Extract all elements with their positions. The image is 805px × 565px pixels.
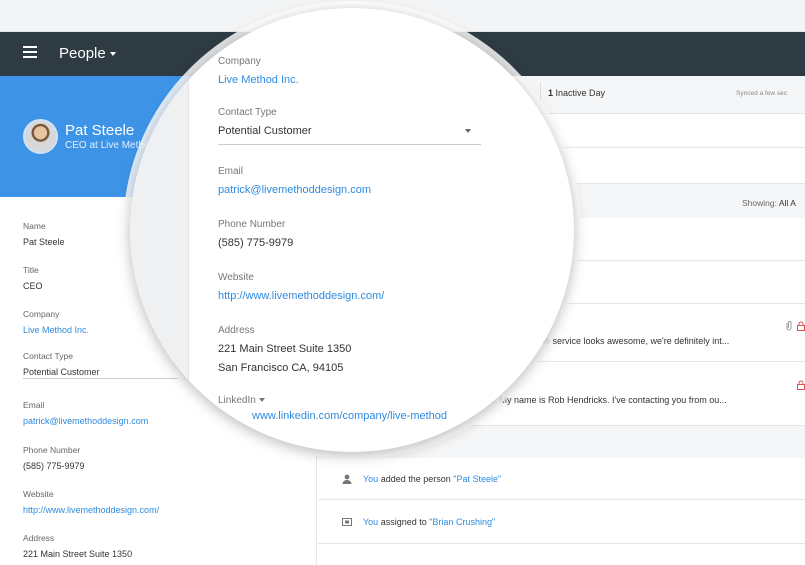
address-line-1[interactable]: 221 Main Street Suite 1350 <box>218 343 351 355</box>
field-value[interactable]: Pat Steele <box>23 237 65 247</box>
field-label: LinkedIn <box>218 395 447 406</box>
activity-target[interactable]: "Pat Steele" <box>453 474 501 484</box>
activity-actor[interactable]: You <box>363 474 378 484</box>
field-label: Company <box>23 309 60 319</box>
field-label: Phone Number <box>23 445 81 455</box>
website-link[interactable]: http://www.livemethoddesign.com/ <box>218 290 384 302</box>
magnifier-lens: Company Live Method Inc. Contact Type Po… <box>130 8 574 452</box>
website-link[interactable]: http://www.livemethoddesign.com/ <box>23 505 159 515</box>
field-name: Name Pat Steele <box>23 221 65 247</box>
person-icon <box>342 474 352 484</box>
company-link[interactable]: Live Method Inc. <box>23 325 89 335</box>
field-value[interactable]: CEO <box>23 281 43 291</box>
contact-type-select[interactable]: Potential Customer <box>218 125 312 137</box>
activity-action: added the person <box>378 474 454 484</box>
lock-icon <box>797 380 805 390</box>
field-label: Email <box>218 166 244 177</box>
paperclip-icon[interactable] <box>785 320 793 331</box>
contact-type-select[interactable]: Potential Customer <box>23 367 100 377</box>
field-label: Name <box>23 221 46 231</box>
field-label: Website <box>218 272 254 283</box>
activity-row[interactable] <box>318 544 805 565</box>
nav-title[interactable]: People <box>59 45 106 62</box>
field-label: Contact Type <box>23 351 73 361</box>
phone-value[interactable]: (585) 775-9979 <box>218 237 293 249</box>
magnified-sidebar <box>130 8 189 452</box>
field-label: Address <box>218 325 255 336</box>
field-address: Address 221 Main Street Suite 1350 <box>23 533 132 559</box>
mag-field-website: Website http://www.livemethoddesign.com/ <box>218 272 384 302</box>
activity-action: assigned to <box>378 517 430 527</box>
mag-field-phone: Phone Number (585) 775-9979 <box>218 219 293 249</box>
activity-row[interactable]: You added the person "Pat Steele" <box>318 458 805 500</box>
email-link[interactable]: patrick@livemethoddesign.com <box>218 184 371 196</box>
mag-field-company: Company Live Method Inc. <box>218 56 299 86</box>
mag-field-email: Email patrick@livemethoddesign.com <box>218 166 371 196</box>
field-website: Website http://www.livemethoddesign.com/ <box>23 489 159 515</box>
lock-icon <box>797 321 805 331</box>
hamburger-icon[interactable] <box>23 46 37 58</box>
field-label: Website <box>23 489 54 499</box>
field-contact-type: Contact Type Potential Customer <box>23 351 303 379</box>
linkedin-label: LinkedIn <box>218 395 256 406</box>
divider <box>218 144 481 145</box>
avatar[interactable] <box>23 119 58 154</box>
filter-label: Showing: <box>742 198 777 208</box>
field-title: Title CEO <box>23 265 43 291</box>
activity-row[interactable]: You assigned to "Brian Crushing" <box>318 500 805 544</box>
field-value[interactable]: (585) 775-9979 <box>23 461 85 471</box>
caret-down-icon[interactable] <box>258 398 265 403</box>
sync-status: Synced a few sec <box>736 90 787 97</box>
chevron-down-icon[interactable] <box>465 129 471 133</box>
assign-icon <box>342 518 352 526</box>
mag-field-linkedin: LinkedIn www.linkedin.com/company/live-m… <box>218 395 447 422</box>
caret-down-icon[interactable] <box>110 52 116 56</box>
linkedin-link[interactable]: www.linkedin.com/company/live-method <box>252 410 447 422</box>
field-phone: Phone Number (585) 775-9979 <box>23 445 85 471</box>
company-link[interactable]: Live Method Inc. <box>218 74 299 86</box>
activity-actor[interactable]: You <box>363 517 378 527</box>
field-label: Title <box>23 265 39 275</box>
activity-text: You added the person "Pat Steele" <box>363 474 501 484</box>
filter-showing[interactable]: Showing: All A <box>742 198 796 208</box>
field-value[interactable]: 221 Main Street Suite 1350 <box>23 549 132 559</box>
magnified-details: Company Live Method Inc. Contact Type Po… <box>218 8 574 452</box>
mag-field-contact-type: Contact Type Potential Customer <box>218 107 312 137</box>
field-label: Company <box>218 56 261 67</box>
field-label: Address <box>23 533 55 543</box>
address-line-2[interactable]: San Francisco CA, 94105 <box>218 362 351 374</box>
field-label: Phone Number <box>218 219 286 230</box>
field-company: Company Live Method Inc. <box>23 309 89 335</box>
field-label: Contact Type <box>218 107 277 118</box>
activity-target[interactable]: "Brian Crushing" <box>429 517 495 527</box>
filter-value[interactable]: All A <box>779 198 796 208</box>
profile-name: Pat Steele <box>65 122 135 139</box>
mag-field-address: Address 221 Main Street Suite 1350 San F… <box>218 325 351 374</box>
activity-text: You assigned to "Brian Crushing" <box>363 517 495 527</box>
